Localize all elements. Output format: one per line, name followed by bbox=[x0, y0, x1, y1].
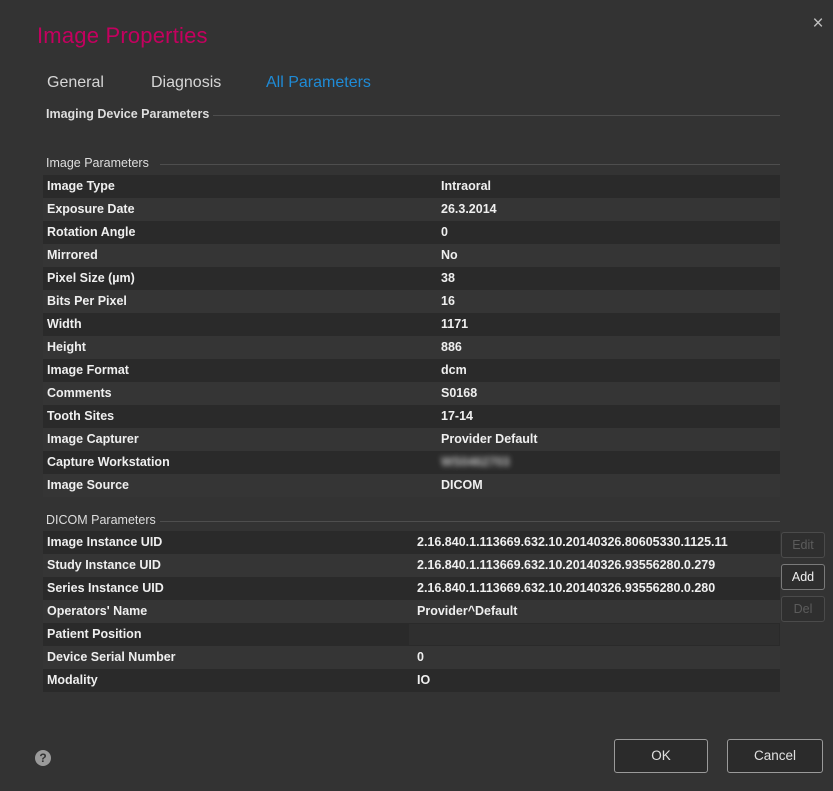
table-row: Image Capturer Provider Default bbox=[43, 428, 780, 451]
param-value: Intraoral bbox=[441, 179, 492, 193]
table-row: Comments S0168 bbox=[43, 382, 780, 405]
table-row: Bits Per Pixel 16 bbox=[43, 290, 780, 313]
table-row[interactable]: Modality IO bbox=[43, 669, 780, 692]
table-row: Image Type Intraoral bbox=[43, 175, 780, 198]
param-key: Image Format bbox=[47, 363, 129, 377]
table-row: Width 1171 bbox=[43, 313, 780, 336]
param-value: 2.16.840.1.113669.632.10.20140326.935562… bbox=[417, 558, 716, 572]
param-key: Study Instance UID bbox=[47, 558, 161, 572]
param-value-redacted: WS0462703 bbox=[441, 455, 510, 469]
table-row[interactable]: Device Serial Number 0 bbox=[43, 646, 780, 669]
param-key: Pixel Size (µm) bbox=[47, 271, 135, 285]
table-row: Rotation Angle 0 bbox=[43, 221, 780, 244]
tab-all-parameters[interactable]: All Parameters bbox=[266, 74, 371, 92]
cancel-button[interactable]: Cancel bbox=[727, 739, 823, 773]
table-row[interactable]: Image Instance UID 2.16.840.1.113669.632.… bbox=[43, 531, 780, 554]
param-key: Modality bbox=[47, 673, 98, 687]
param-value-field[interactable] bbox=[409, 624, 779, 645]
table-row: Pixel Size (µm) 38 bbox=[43, 267, 780, 290]
param-key: Height bbox=[47, 340, 86, 354]
param-value: 886 bbox=[441, 340, 462, 354]
section-divider bbox=[160, 521, 780, 522]
param-value: 17-14 bbox=[441, 409, 473, 423]
param-key: Image Source bbox=[47, 478, 129, 492]
image-parameters-table: Image Type Intraoral Exposure Date 26.3.20… bbox=[43, 175, 780, 497]
param-key: Rotation Angle bbox=[47, 225, 136, 239]
section-image-parameters: Image Parameters bbox=[46, 156, 149, 170]
param-value: 0 bbox=[417, 650, 424, 664]
table-row[interactable]: Operators' Name Provider^Default bbox=[43, 600, 780, 623]
param-key: Exposure Date bbox=[47, 202, 135, 216]
param-key: Comments bbox=[47, 386, 112, 400]
param-value: No bbox=[441, 248, 458, 262]
param-value: dcm bbox=[441, 363, 467, 377]
param-value: 0 bbox=[441, 225, 448, 239]
param-value: 26.3.2014 bbox=[441, 202, 497, 216]
section-divider bbox=[160, 164, 780, 165]
param-key: Mirrored bbox=[47, 248, 98, 262]
dicom-parameters-table: Image Instance UID 2.16.840.1.113669.632.… bbox=[43, 531, 780, 692]
image-properties-dialog: Image Properties × General Diagnosis All… bbox=[0, 0, 833, 791]
section-imaging-device-parameters: Imaging Device Parameters bbox=[46, 107, 210, 121]
dialog-title: Image Properties bbox=[37, 23, 208, 48]
param-key: Series Instance UID bbox=[47, 581, 164, 595]
close-icon[interactable]: × bbox=[809, 14, 827, 33]
param-key: Width bbox=[47, 317, 82, 331]
param-value: 2.16.840.1.113669.632.10.20140326.935562… bbox=[417, 581, 716, 595]
table-row: Tooth Sites 17-14 bbox=[43, 405, 780, 428]
table-row: Mirrored No bbox=[43, 244, 780, 267]
param-value: S0168 bbox=[441, 386, 478, 400]
section-dicom-parameters: DICOM Parameters bbox=[46, 513, 156, 527]
param-key: Image Instance UID bbox=[47, 535, 163, 549]
ok-button[interactable]: OK bbox=[614, 739, 708, 773]
tab-diagnosis[interactable]: Diagnosis bbox=[151, 74, 221, 92]
param-key: Image Type bbox=[47, 179, 115, 193]
param-key: Capture Workstation bbox=[47, 455, 170, 469]
param-key: Operators' Name bbox=[47, 604, 148, 618]
param-value: Provider Default bbox=[441, 432, 538, 446]
param-key: Image Capturer bbox=[47, 432, 139, 446]
table-row: Height 886 bbox=[43, 336, 780, 359]
table-row: Capture Workstation WS0462703 bbox=[43, 451, 780, 474]
add-button[interactable]: Add bbox=[781, 564, 825, 590]
param-key: Patient Position bbox=[47, 627, 142, 641]
delete-button[interactable]: Del bbox=[781, 596, 825, 622]
param-value: 1171 bbox=[441, 317, 469, 331]
table-row: Exposure Date 26.3.2014 bbox=[43, 198, 780, 221]
param-value: Provider^Default bbox=[417, 604, 518, 618]
param-key: Tooth Sites bbox=[47, 409, 115, 423]
table-row: Image Source DICOM bbox=[43, 474, 780, 497]
param-value: IO bbox=[417, 673, 431, 687]
table-row[interactable]: Patient Position bbox=[43, 623, 780, 646]
table-row[interactable]: Series Instance UID 2.16.840.1.113669.632… bbox=[43, 577, 780, 600]
table-row: Image Format dcm bbox=[43, 359, 780, 382]
param-value: DICOM bbox=[441, 478, 483, 492]
section-divider bbox=[213, 115, 780, 116]
param-value: 38 bbox=[441, 271, 455, 285]
help-icon[interactable]: ? bbox=[35, 750, 51, 766]
edit-button[interactable]: Edit bbox=[781, 532, 825, 558]
param-key: Bits Per Pixel bbox=[47, 294, 127, 308]
tab-general[interactable]: General bbox=[47, 74, 104, 92]
param-value: 16 bbox=[441, 294, 455, 308]
param-key: Device Serial Number bbox=[47, 650, 176, 664]
param-value: 2.16.840.1.113669.632.10.20140326.806053… bbox=[417, 535, 728, 549]
table-row[interactable]: Study Instance UID 2.16.840.1.113669.632.… bbox=[43, 554, 780, 577]
